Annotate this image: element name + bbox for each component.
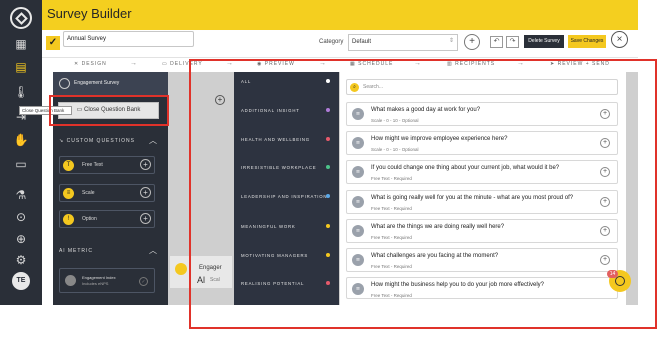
flask-icon[interactable]: ⚗ (13, 188, 29, 203)
hands-icon[interactable]: ✋ (13, 133, 29, 148)
thermometer-icon[interactable]: 🌡 (13, 85, 29, 100)
category-label: Category (319, 39, 344, 45)
select-arrows-icon: ⇕ (448, 38, 454, 44)
option-icon: ! (63, 214, 74, 225)
custom-questions-heading: ↘ CUSTOM QUESTIONS (59, 138, 136, 144)
metric-icon (65, 275, 76, 286)
survey-icon[interactable]: ▤ (13, 60, 29, 75)
settings-icon[interactable]: ⚙ (13, 253, 29, 268)
status-check-icon[interactable]: ✓ (46, 36, 60, 50)
survey-logo-icon (59, 78, 70, 89)
metric-heading: Al METRIC (59, 248, 94, 254)
design-panel-header: Engagement Survey (53, 72, 168, 96)
save-changes-button[interactable]: Save Changes (568, 35, 606, 48)
undo-icon[interactable]: ↶ (490, 36, 503, 48)
question-type-scale[interactable]: ≡ Scale + (59, 184, 155, 202)
text-icon: T (63, 160, 74, 171)
highlight-box (189, 59, 657, 329)
page-title: Survey Builder (47, 6, 132, 21)
question-icon (175, 263, 187, 275)
category-value: Default (352, 39, 372, 45)
question-type-free-text[interactable]: T Free Text + (59, 156, 155, 174)
add-icon[interactable]: + (140, 187, 151, 198)
left-nav: ▦ ▤ 🌡 ⇥ ✋ ▭ ⚗ ⊙ ⊕ ⚙ TE (0, 0, 42, 305)
app-logo-icon[interactable] (10, 7, 32, 29)
metric-engagement-index[interactable]: Engagement Index Includes eNPS ✓ (59, 268, 155, 293)
category-select[interactable]: Default ⇕ (348, 34, 458, 51)
question-type-option[interactable]: ! Option + (59, 210, 155, 228)
chevron-up-icon[interactable]: ︿ (149, 135, 157, 146)
survey-name-input[interactable]: Annual Survey (63, 31, 194, 47)
check-icon[interactable]: ✓ (139, 277, 148, 286)
support-icon[interactable]: ⊕ (13, 232, 29, 247)
add-icon[interactable]: + (140, 159, 151, 170)
arrow-icon: → (130, 60, 137, 67)
delete-survey-button[interactable]: Delete Survey (524, 35, 564, 48)
close-icon[interactable]: × (611, 31, 628, 48)
dashboard-icon[interactable]: ▦ (13, 37, 29, 52)
app-header: Survey Builder (42, 0, 638, 30)
step-design[interactable]: ✕ DESIGN (74, 61, 107, 67)
add-icon[interactable]: + (140, 213, 151, 224)
redo-icon[interactable]: ↷ (506, 36, 519, 48)
highlight-box (49, 95, 169, 126)
user-avatar[interactable]: TE (12, 272, 30, 290)
chevron-up-icon[interactable]: ︿ (149, 245, 157, 256)
add-icon[interactable]: + (464, 34, 480, 50)
chat-icon[interactable]: ▭ (13, 157, 29, 172)
scale-icon: ≡ (63, 188, 74, 199)
download-icon[interactable]: ⊙ (13, 210, 29, 225)
toolbar: ✓ Annual Survey Category Default ⇕ + ↶ ↷… (42, 30, 638, 58)
